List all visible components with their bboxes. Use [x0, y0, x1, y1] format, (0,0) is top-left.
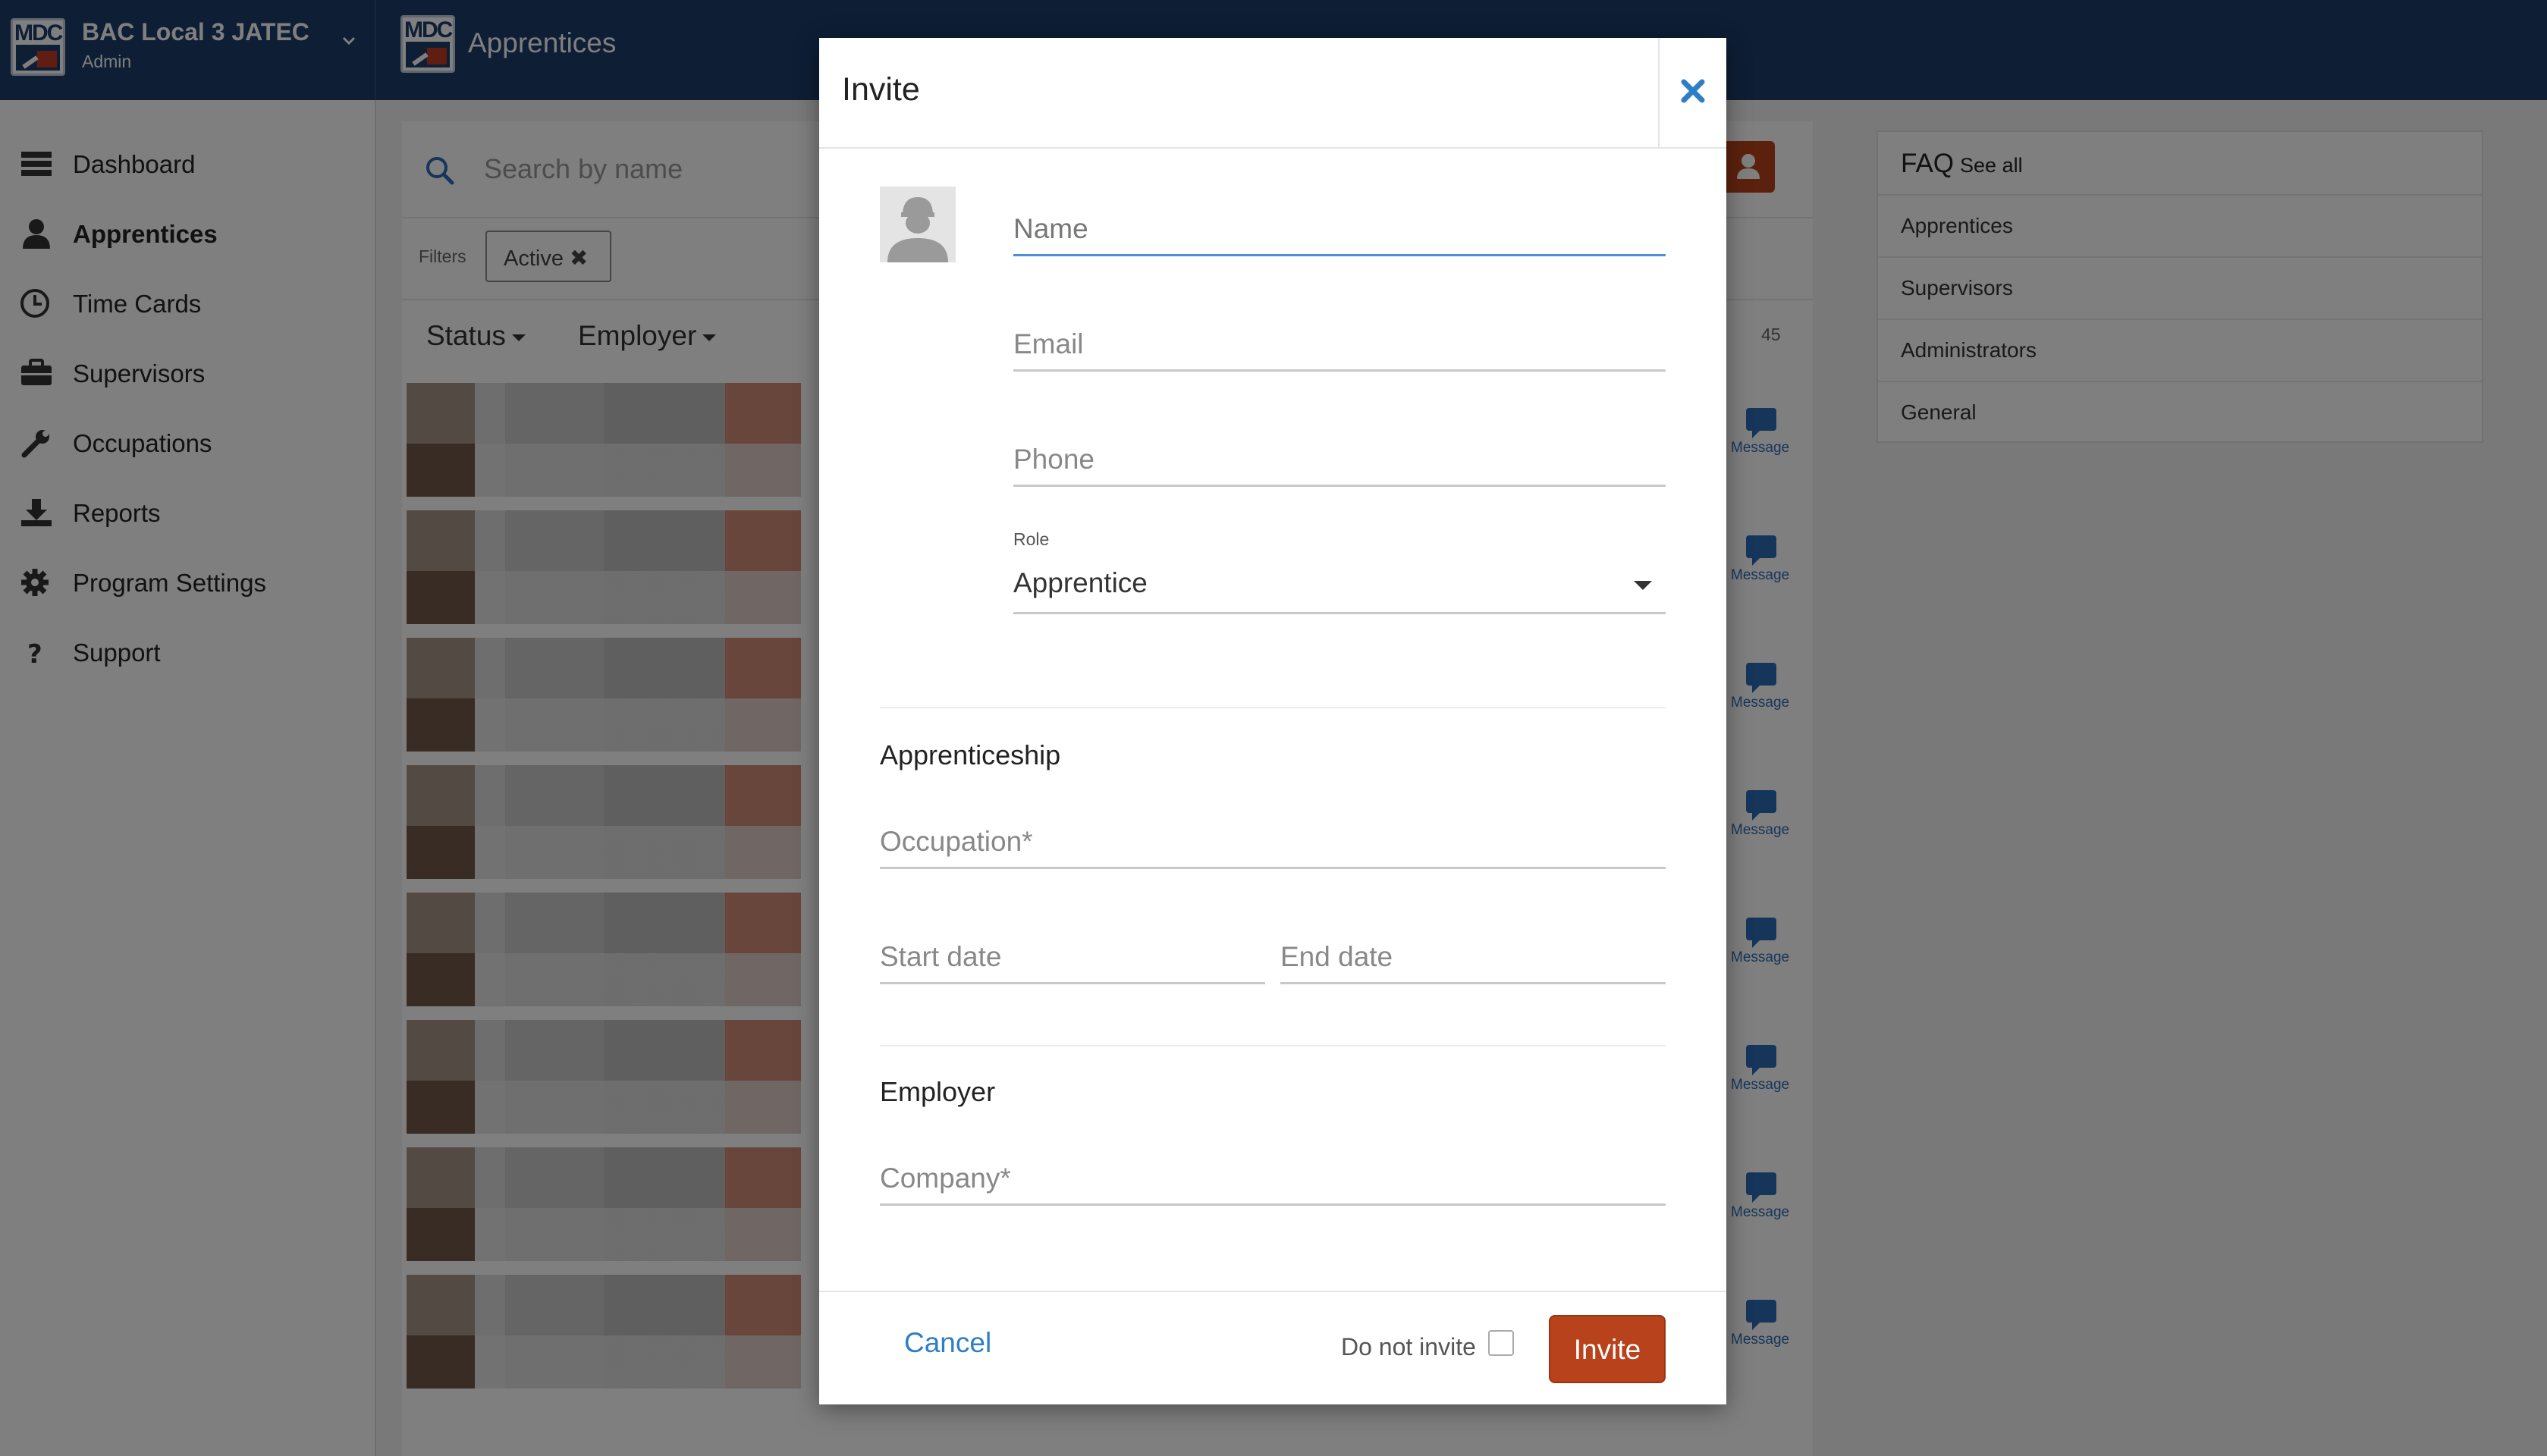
- invite-modal: Invite Role Apprentice Apprenticeship: [819, 38, 1726, 1404]
- modal-footer: Cancel Do not invite Invite: [819, 1291, 1726, 1404]
- company-input[interactable]: [880, 1153, 1666, 1206]
- role-select[interactable]: Apprentice: [1013, 561, 1666, 614]
- name-input[interactable]: [1013, 203, 1666, 256]
- email-field[interactable]: [1013, 311, 1666, 372]
- start-date-field[interactable]: [880, 924, 1265, 984]
- role-label: Role: [1013, 529, 1050, 549]
- company-field[interactable]: [880, 1145, 1666, 1206]
- start-date-input[interactable]: [880, 931, 1265, 984]
- apprenticeship-section-title: Apprenticeship: [880, 739, 1061, 770]
- employer-section-title: Employer: [880, 1076, 996, 1107]
- close-icon: [1681, 79, 1705, 103]
- modal-header: Invite: [819, 38, 1726, 149]
- close-button[interactable]: [1660, 38, 1726, 149]
- phone-input[interactable]: [1013, 434, 1666, 487]
- email-input[interactable]: [1013, 318, 1666, 372]
- caret-down-icon: [1634, 581, 1652, 590]
- modal-title: Invite: [842, 71, 920, 108]
- occupation-input[interactable]: [880, 816, 1666, 869]
- avatar[interactable]: [880, 187, 956, 262]
- do-not-invite-checkbox[interactable]: [1488, 1330, 1514, 1356]
- occupation-field[interactable]: [880, 808, 1666, 869]
- end-date-field[interactable]: [1280, 924, 1666, 984]
- name-field[interactable]: [1013, 196, 1666, 256]
- end-date-input[interactable]: [1280, 931, 1666, 984]
- user-silhouette-icon: [887, 197, 948, 262]
- phone-field[interactable]: [1013, 426, 1666, 487]
- do-not-invite-label: Do not invite: [1341, 1333, 1476, 1360]
- invite-button[interactable]: Invite: [1549, 1315, 1666, 1383]
- cancel-button[interactable]: Cancel: [904, 1327, 991, 1359]
- role-value: Apprentice: [1013, 567, 1148, 598]
